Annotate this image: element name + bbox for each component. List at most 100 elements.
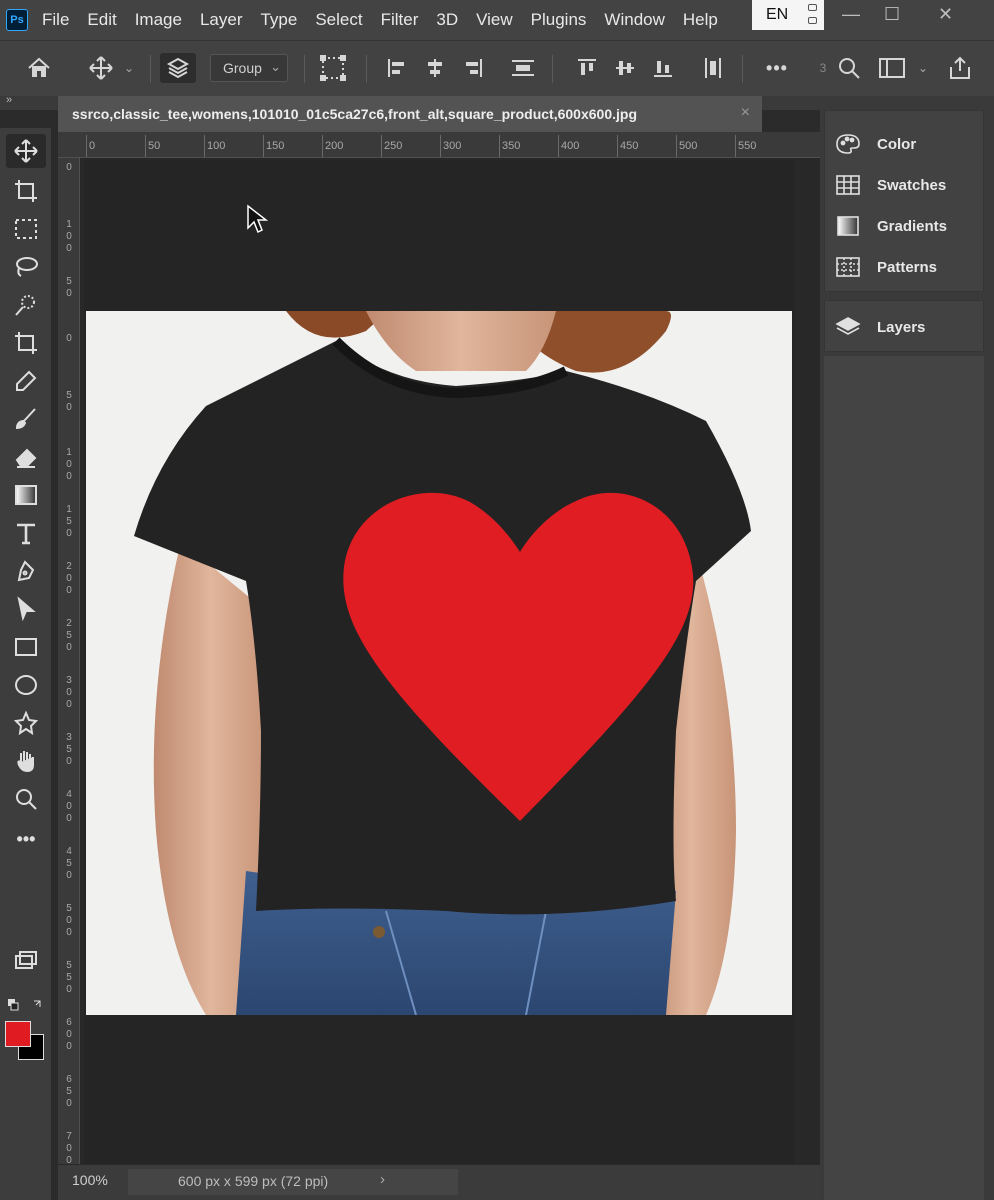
ruler-tick-label: 100: [66, 219, 72, 254]
move-tool[interactable]: [6, 134, 46, 168]
home-button[interactable]: [22, 53, 56, 83]
workspace-icon: [879, 58, 905, 78]
ruler-tick-label: 100: [207, 140, 226, 152]
divider: [742, 55, 743, 83]
language-layout-icon: [808, 4, 818, 24]
menu-help[interactable]: Help: [683, 10, 718, 30]
panel-patterns[interactable]: Patterns: [835, 252, 985, 282]
search-button[interactable]: [834, 53, 864, 83]
menu-filter[interactable]: Filter: [381, 10, 419, 30]
default-colors-toggle[interactable]: [6, 998, 46, 1012]
tools-panel: •••: [0, 128, 52, 1200]
marquee-tool[interactable]: [6, 212, 46, 246]
menu-layer[interactable]: Layer: [200, 10, 243, 30]
brush-tool[interactable]: [6, 402, 46, 436]
move-preset-chevron-icon[interactable]: ⌄: [120, 53, 138, 83]
hand-tool[interactable]: [6, 744, 46, 778]
quick-selection-tool[interactable]: [6, 288, 46, 322]
type-tool[interactable]: [6, 516, 46, 550]
ruler-tick-label: 550: [66, 960, 72, 995]
align-middle-button[interactable]: [612, 53, 638, 83]
align-left-button[interactable]: [384, 53, 410, 83]
ruler-tick: [381, 135, 382, 157]
ruler-tick-label: 300: [443, 140, 462, 152]
align-top-button[interactable]: [574, 53, 600, 83]
move-tool-preset[interactable]: [84, 53, 118, 83]
ruler-vertical[interactable]: 0100500501001502002503003504004505005506…: [58, 158, 80, 1166]
edit-toolbar-button[interactable]: •••: [6, 822, 46, 856]
menu-bar: Ps File Edit Image Layer Type Select Fil…: [0, 0, 994, 40]
artboard-tool[interactable]: [6, 174, 46, 208]
align-right-button[interactable]: [460, 53, 486, 83]
ruler-tick-label: 250: [66, 618, 72, 653]
panel-layers[interactable]: Layers: [835, 312, 985, 342]
menu-type[interactable]: Type: [260, 10, 297, 30]
layers-select-icon: [166, 57, 190, 79]
align-middle-icon: [616, 61, 634, 75]
auto-select-toggle[interactable]: [160, 53, 196, 83]
menu-image[interactable]: Image: [135, 10, 182, 30]
align-bottom-button[interactable]: [650, 53, 676, 83]
document-title: ssrco,classic_tee,womens,101010_01c5ca27…: [72, 106, 637, 122]
workspace-switcher[interactable]: [874, 53, 910, 83]
photoshop-logo-icon[interactable]: Ps: [6, 9, 28, 31]
workspace-chevron-icon[interactable]: ⌄: [914, 53, 932, 83]
ruler-tick-label: 550: [738, 140, 757, 152]
status-menu-arrow-icon[interactable]: ›: [380, 1171, 385, 1188]
eyedropper-icon: [16, 370, 37, 391]
lasso-tool[interactable]: [6, 250, 46, 284]
menu-window[interactable]: Window: [604, 10, 664, 30]
eraser-tool[interactable]: [6, 440, 46, 474]
rectangle-tool[interactable]: [6, 630, 46, 664]
panel-color[interactable]: Color: [835, 129, 985, 159]
lasso-icon: [16, 257, 38, 277]
expand-left-icon[interactable]: »: [6, 94, 12, 106]
language-indicator[interactable]: EN: [752, 0, 824, 30]
panel-gradients[interactable]: Gradients: [835, 211, 985, 241]
path-selection-tool[interactable]: [6, 592, 46, 626]
panel-group-color: Color Swatches Gradients Patterns: [824, 110, 984, 292]
crop-tool[interactable]: [6, 326, 46, 360]
align-center-h-button[interactable]: [422, 53, 448, 83]
menu-file[interactable]: File: [42, 10, 69, 30]
menu-edit[interactable]: Edit: [87, 10, 116, 30]
ruler-horizontal[interactable]: 0 50 100 150 200 250 300 350 400 450 500 550: [58, 132, 820, 158]
maximize-button[interactable]: ☐: [884, 4, 900, 25]
more-options-button[interactable]: •••: [760, 53, 794, 83]
transform-controls-toggle[interactable]: [314, 53, 352, 83]
gradient-tool[interactable]: [6, 478, 46, 512]
distribute-button[interactable]: [508, 53, 538, 83]
share-button[interactable]: [944, 53, 976, 83]
align-center-icon: [428, 59, 442, 77]
pen-tool[interactable]: [6, 554, 46, 588]
menu-view[interactable]: View: [476, 10, 513, 30]
panel-swatches[interactable]: Swatches: [835, 170, 985, 200]
quick-mask-button[interactable]: [6, 944, 46, 978]
close-document-icon[interactable]: ×: [741, 104, 750, 122]
path-selection-icon: [17, 596, 36, 622]
menu-3d[interactable]: 3D: [436, 10, 458, 30]
zoom-level[interactable]: 100%: [72, 1172, 108, 1188]
menu-plugins[interactable]: Plugins: [531, 10, 587, 30]
close-window-button[interactable]: ✕: [938, 4, 953, 25]
ruler-tick-label: 0: [89, 140, 96, 152]
ellipse-tool[interactable]: [6, 668, 46, 702]
distribute-vertical-button[interactable]: [700, 53, 726, 83]
align-top-icon: [578, 59, 596, 75]
ruler-tick-label: 600: [66, 1017, 72, 1052]
custom-shape-tool[interactable]: [6, 706, 46, 740]
minimize-button[interactable]: —: [842, 4, 860, 25]
panel-swatches-label: Swatches: [877, 176, 947, 194]
auto-select-dropdown[interactable]: Group ⌄: [210, 54, 288, 82]
ruler-tick-label: 450: [66, 846, 72, 881]
document-image[interactable]: [86, 311, 792, 1015]
ruler-tick-label: 400: [66, 789, 72, 824]
document-tab[interactable]: ssrco,classic_tee,womens,101010_01c5ca27…: [58, 96, 762, 132]
eyedropper-tool[interactable]: [6, 364, 46, 398]
menu-select[interactable]: Select: [315, 10, 362, 30]
zoom-tool[interactable]: [6, 782, 46, 816]
ruler-tick-label: 50: [66, 276, 72, 299]
ruler-tick-label: 50: [148, 140, 161, 152]
distribute-icon: [512, 60, 534, 76]
foreground-color-swatch[interactable]: [5, 1021, 31, 1047]
